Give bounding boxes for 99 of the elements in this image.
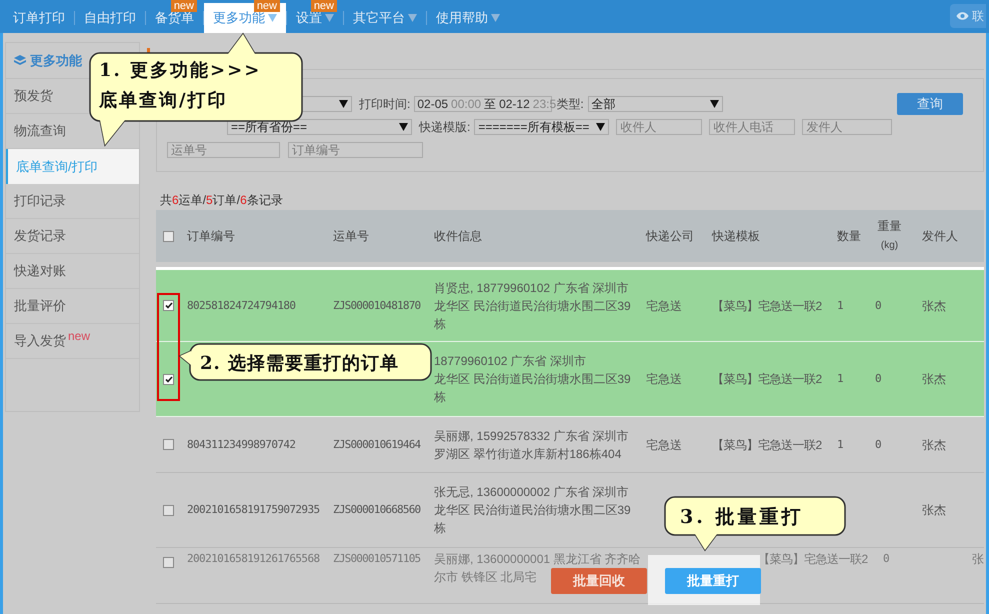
table-cell-text: 0: [874, 371, 883, 387]
column-header: 发件人: [921, 228, 959, 245]
callout-tooltip: 2. 选择需要重打的订单: [178, 343, 432, 381]
sidebar-item[interactable]: 快递对账: [6, 254, 139, 289]
table-cell-text: 宅急送: [645, 298, 683, 314]
table-cell-text: 张杰: [921, 436, 947, 454]
input-field[interactable]: 发件人: [802, 119, 892, 135]
batch-button[interactable]: 批量重打: [665, 568, 761, 594]
table-cell-text: ZJS000010481870: [332, 298, 422, 314]
new-badge: new: [310, 0, 337, 12]
table-cell-text: ZJS000010668560: [332, 502, 422, 518]
table-cell-text: 宅急送: [645, 371, 683, 388]
table-cell-text: 张杰: [921, 502, 947, 519]
dropdown-icon: [710, 100, 719, 108]
address-line: 龙华区 民治街道民治街塘水围二区39: [434, 502, 631, 519]
table-cell-text: 802581824724794180: [186, 298, 296, 314]
select-field[interactable]: =======所有模板==: [474, 119, 610, 135]
column-header: 订单编号: [186, 228, 236, 245]
address-line: 龙华区 民治街道民治街塘水围二区39: [434, 298, 631, 314]
input-field[interactable]: 收件人: [616, 119, 702, 135]
table-cell-text: ZJS000010619464: [332, 436, 422, 452]
dropdown-icon: [268, 14, 277, 22]
sidebar-title: 更多功能: [30, 52, 82, 70]
table-cell-text: 张: [971, 551, 984, 568]
field-label: 快递模版:: [419, 119, 470, 136]
table-cell-text: 【菜鸟】宅急送一联2: [711, 371, 823, 388]
layers-icon: [14, 55, 26, 66]
input-field[interactable]: 收件人电话: [709, 119, 796, 135]
address-line: 18779960102 广东省 深圳市: [434, 353, 586, 370]
nav-tab[interactable]: 使用帮助: [427, 3, 509, 33]
sidebar-item[interactable]: 发货记录: [6, 219, 139, 254]
checkbox[interactable]: [163, 300, 174, 311]
record-summary: 共6运单/5订单/6条记录: [160, 192, 284, 209]
address-line: 吴丽娜, 13600000001 黑龙江省 齐齐哈: [434, 551, 641, 568]
eye-icon: [956, 11, 969, 21]
view-button[interactable]: 联: [950, 4, 986, 28]
column-header: 运单号: [332, 228, 370, 245]
field-label: 打印时间:: [359, 96, 410, 113]
dropdown-icon: [399, 123, 408, 131]
nav-tab[interactable]: 订单打印: [4, 3, 74, 33]
checkbox[interactable]: [163, 439, 174, 450]
batch-button[interactable]: 批量回收: [551, 568, 647, 594]
table-cell-text: 804311234998970742: [186, 436, 296, 452]
callout-tooltip: 3. 批量重打: [664, 496, 846, 552]
nav-tab[interactable]: 备货单 new: [146, 3, 203, 33]
table-cell-text: 1: [836, 298, 845, 314]
table-cell-text: 2002101658191261765568: [186, 551, 320, 567]
table-cell-text: 0: [882, 551, 891, 567]
address-line: 罗湖区 翠竹街道水库新村186栋404: [434, 446, 622, 462]
table-cell-text: 1: [836, 371, 845, 387]
table-cell-text: 【菜鸟】宅急送一联2: [757, 551, 869, 568]
table-cell-text: 0: [874, 298, 883, 314]
table-cell-text: 张杰: [921, 298, 947, 314]
dropdown-icon: [339, 100, 348, 108]
dropdown-icon: [491, 14, 500, 22]
column-header: 重量: [878, 218, 902, 235]
sidebar-item[interactable]: 打印记录: [6, 184, 139, 219]
query-button[interactable]: 查询: [897, 93, 963, 115]
new-badge: new: [170, 0, 197, 12]
table-cell-text: 【菜鸟】宅急送一联2: [711, 298, 823, 314]
table-cell-text: 张杰: [921, 371, 947, 388]
dropdown-icon: [596, 123, 606, 131]
table-cell-text: 1: [836, 436, 845, 452]
address-line: 吴丽娜, 15992578332 广东省 深圳市: [434, 428, 629, 444]
address-line: 尔市 铁锋区 北局宅: [434, 569, 537, 586]
checkbox[interactable]: [163, 230, 174, 242]
column-header: 数量: [836, 228, 862, 245]
column-header: 快递公司: [644, 228, 695, 245]
sidebar-item[interactable]: 底单查询/打印: [6, 149, 139, 184]
table-cell-text: 宅急送: [645, 436, 683, 454]
new-label: new: [68, 328, 90, 345]
dropdown-icon: [325, 14, 334, 22]
address-line: 栋: [434, 316, 446, 332]
input-field[interactable]: 运单号: [167, 142, 280, 158]
address-line: 龙华区 民治街道民治街塘水围二区39: [434, 371, 631, 388]
unit-label: (kg): [880, 239, 898, 253]
nav-tab[interactable]: 自由打印: [75, 3, 145, 33]
address-line: 张无忌, 13600000002 广东省 深圳市: [434, 484, 629, 501]
input-field[interactable]: 订单编号: [288, 142, 423, 158]
address-line: 栋: [434, 520, 446, 537]
column-header: 快递模板: [710, 228, 761, 245]
select-field[interactable]: 全部: [588, 96, 723, 112]
table-cell-text: ZJS000010571105: [332, 551, 422, 567]
table-cell-text: 2002101658191759072935: [186, 502, 320, 518]
table-cell-text: 0: [874, 436, 883, 452]
nav-tab[interactable]: 更多功能 new: [204, 3, 286, 33]
column-header: 收件信息: [433, 228, 483, 245]
table-cell-text: 【菜鸟】宅急送一联2: [711, 436, 823, 454]
address-line: 肖贤忠, 18779960102 广东省 深圳市: [434, 280, 629, 296]
address-line: 栋: [434, 389, 446, 406]
sidebar-item[interactable]: 批量评价: [6, 289, 139, 324]
checkbox[interactable]: [163, 557, 174, 568]
dropdown-icon: [408, 14, 417, 22]
field-label: 类型:: [556, 96, 584, 113]
nav-tab[interactable]: 其它平台: [344, 3, 426, 33]
new-badge: new: [254, 0, 280, 12]
sidebar-item[interactable]: 导入发货 new: [6, 324, 139, 359]
checkbox[interactable]: [163, 374, 174, 384]
checkbox[interactable]: [163, 504, 174, 516]
